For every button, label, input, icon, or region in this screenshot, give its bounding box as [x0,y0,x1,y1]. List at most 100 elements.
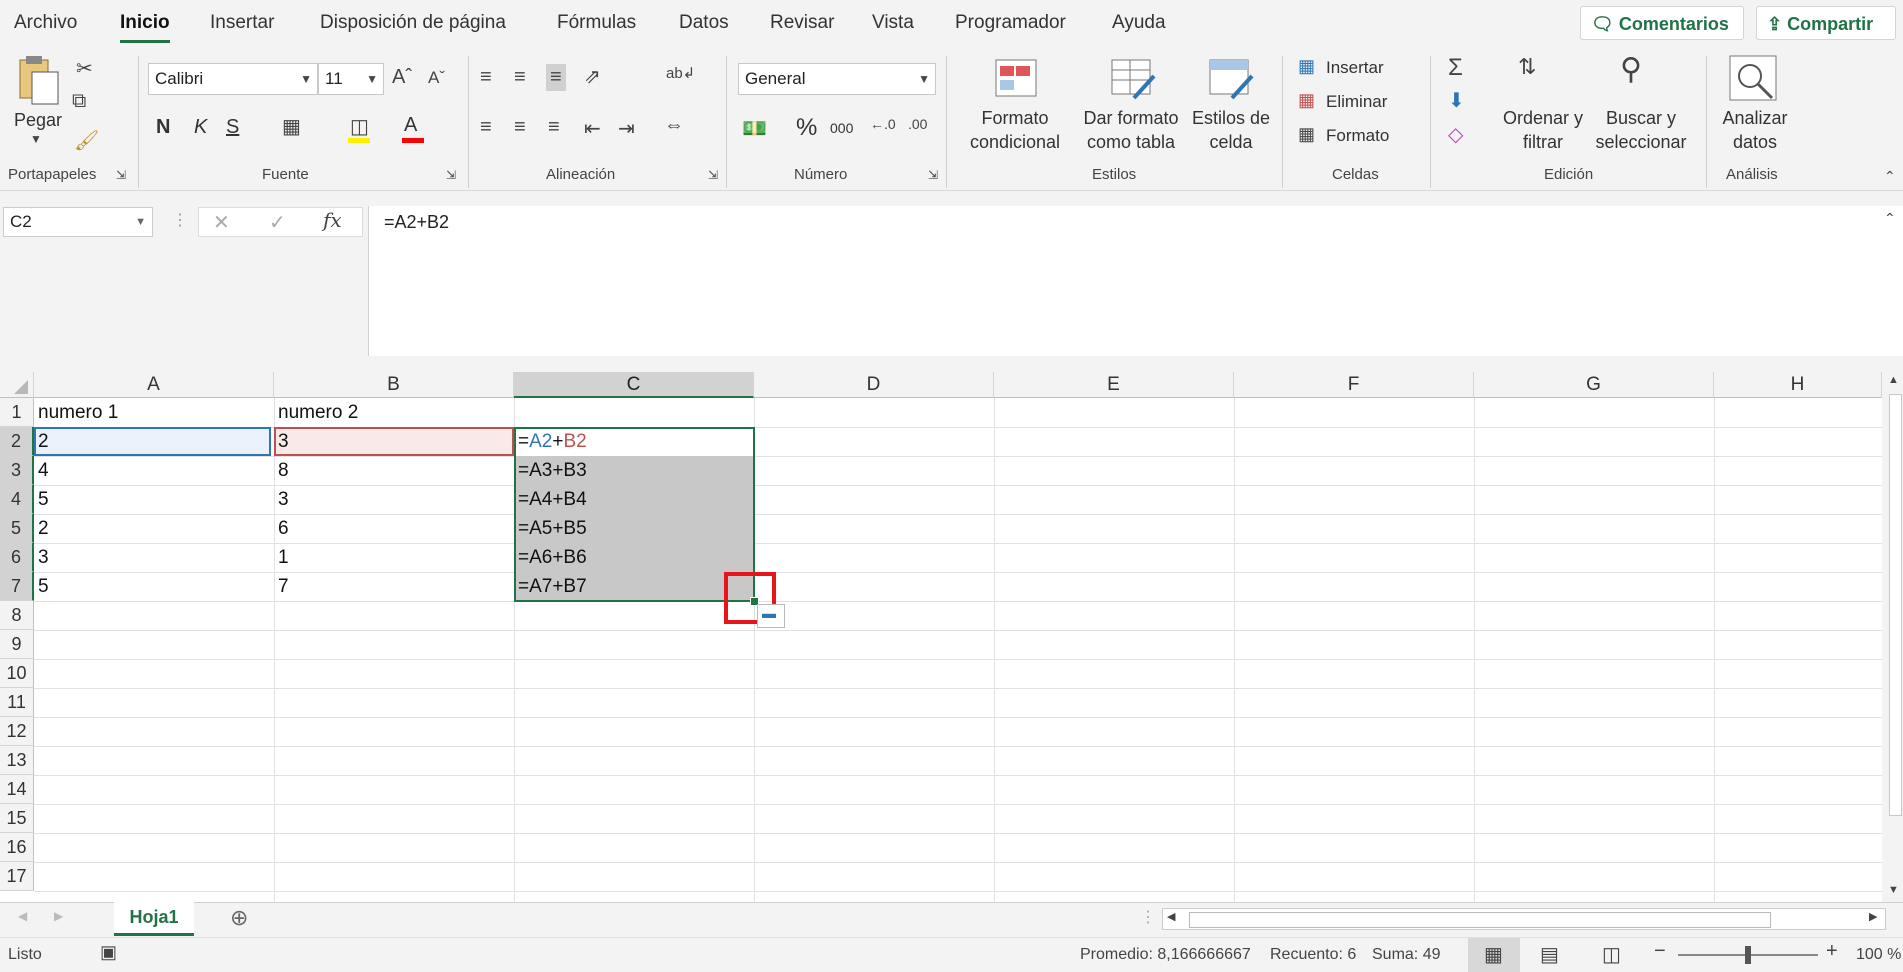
clear-icon[interactable]: ◇ [1448,122,1463,147]
row-header[interactable]: 9 [0,630,34,659]
row-header[interactable]: 12 [0,717,34,746]
page-layout-icon[interactable]: ▤ [1540,942,1559,967]
cell-b4[interactable]: 3 [274,485,514,514]
font-color-icon[interactable]: A [404,114,417,137]
cell-b7[interactable]: 7 [274,572,514,601]
scroll-thumb[interactable] [1889,394,1902,816]
status-count[interactable]: Recuento: 6 [1270,946,1356,964]
enter-icon[interactable]: ✓ [269,210,286,235]
decrease-indent-icon[interactable]: ⇤ [584,116,601,141]
formula-input[interactable]: =A2+B2 [384,212,449,233]
tab-datos[interactable]: Datos [679,12,729,34]
number-format-combo[interactable]: General ▼ [738,63,936,95]
align-center-icon[interactable]: ≡ [514,116,526,139]
row-header[interactable]: 2 [0,427,34,456]
format-cells-button[interactable]: Formato [1326,126,1389,146]
quick-analysis-button[interactable]: ▬ [757,604,785,628]
scroll-left-icon[interactable]: ◀ [1167,910,1175,923]
row-header[interactable]: 16 [0,833,34,862]
column-header-f[interactable]: F [1234,372,1474,398]
search-icon[interactable]: ⚲ [1620,52,1642,87]
thousands-button[interactable]: 000 [830,120,853,136]
tab-vista[interactable]: Vista [872,12,914,34]
row-header[interactable]: 6 [0,543,34,572]
row-header[interactable]: 14 [0,775,34,804]
column-header-e[interactable]: E [994,372,1234,398]
cell-c2[interactable]: =A2+B2 [514,427,754,456]
cell-styles-icon[interactable] [1208,58,1254,100]
row-header[interactable]: 13 [0,746,34,775]
select-all-corner[interactable] [0,372,34,398]
format-painter-icon[interactable]: 🖌 [74,128,99,153]
fill-icon[interactable]: ⬇ [1448,88,1465,113]
row-header[interactable]: 7 [0,572,34,601]
dialog-launcher-icon[interactable]: ⇲ [928,168,938,182]
zoom-level[interactable]: 100 % [1856,946,1901,964]
cell-styles-button[interactable]: Estilos de celda [1186,106,1276,154]
cell-c5[interactable]: =A5+B5 [514,514,754,543]
tab-disposicion[interactable]: Disposición de página [320,12,506,34]
dialog-launcher-icon[interactable]: ⇲ [708,168,718,182]
cell-c7[interactable]: =A7+B7 [514,572,754,601]
add-sheet-icon[interactable]: ⊕ [230,905,248,931]
cell-a4[interactable]: 5 [34,485,274,514]
delete-cells-button[interactable]: Eliminar [1326,92,1387,112]
align-bottom-icon[interactable]: ≡ [546,64,566,91]
cell-b2[interactable]: 3 [274,427,514,456]
analyze-data-icon[interactable] [1728,54,1780,104]
fill-color-icon[interactable]: ◫ [350,114,369,139]
collapse-formula-icon[interactable]: ⌃ [1884,210,1896,227]
cell-c3[interactable]: =A3+B3 [514,456,754,485]
chevron-down-icon[interactable]: ▼ [135,208,146,236]
orientation-icon[interactable]: ⇗ [584,64,601,89]
macro-recorder-icon[interactable]: ▣ [100,942,117,963]
normal-view-button[interactable]: ▦ [1468,938,1520,972]
zoom-in-icon[interactable]: + [1826,940,1838,963]
cell-a3[interactable]: 4 [34,456,274,485]
cell-a6[interactable]: 3 [34,543,274,572]
column-header-h[interactable]: H [1714,372,1882,398]
row-header[interactable]: 1 [0,398,34,427]
percent-button[interactable]: % [796,114,817,142]
scroll-thumb[interactable] [1189,912,1771,928]
status-average[interactable]: Promedio: 8,166666667 [1080,946,1251,964]
dialog-launcher-icon[interactable]: ⇲ [446,168,456,182]
cell-b5[interactable]: 6 [274,514,514,543]
column-header-b[interactable]: B [274,372,514,398]
font-size-combo[interactable]: 11 ▼ [318,63,384,95]
scroll-down-icon[interactable]: ▼ [1888,884,1899,896]
align-left-icon[interactable]: ≡ [480,116,492,139]
cancel-icon[interactable]: ✕ [213,210,230,235]
next-sheet-icon[interactable]: ▶ [54,909,63,923]
sort-filter-icon[interactable]: ⇅ [1518,54,1536,80]
format-as-table-button[interactable]: Dar formato como tabla [1076,106,1186,154]
cell-b6[interactable]: 1 [274,543,514,572]
name-box[interactable]: C2 ▼ [3,207,153,237]
sheet-tab-hoja1[interactable]: Hoja1 [114,902,194,936]
zoom-slider-thumb[interactable] [1745,946,1751,964]
tab-formulas[interactable]: Fórmulas [557,12,636,34]
accounting-format-icon[interactable]: 💵 [742,116,767,141]
row-header[interactable]: 15 [0,804,34,833]
format-cells-icon[interactable]: ▦ [1298,124,1315,145]
underline-button[interactable]: S [226,116,239,139]
scroll-up-icon[interactable]: ▲ [1888,374,1899,386]
dialog-launcher-icon[interactable]: ⇲ [116,168,126,182]
cell-c6[interactable]: =A6+B6 [514,543,754,572]
decrease-font-icon[interactable]: Aˇ [428,68,445,88]
increase-indent-icon[interactable]: ⇥ [618,116,635,141]
zoom-out-icon[interactable]: − [1654,940,1666,963]
paste-button[interactable] [14,54,64,114]
tab-archivo[interactable]: Archivo [14,12,77,34]
sort-filter-button[interactable]: Ordenar y filtrar [1498,106,1588,154]
tab-insertar[interactable]: Insertar [210,12,274,34]
format-as-table-icon[interactable] [1110,58,1156,100]
column-header-d[interactable]: D [754,372,994,398]
formula-input-area[interactable] [368,206,1903,356]
share-button[interactable]: ⇪ Compartir [1756,6,1896,40]
align-right-icon[interactable]: ≡ [548,116,560,139]
tab-programador[interactable]: Programador [955,12,1066,34]
row-header[interactable]: 3 [0,456,34,485]
horizontal-scrollbar[interactable]: ◀ ▶ [1162,908,1886,930]
bold-button[interactable]: N [156,116,170,139]
